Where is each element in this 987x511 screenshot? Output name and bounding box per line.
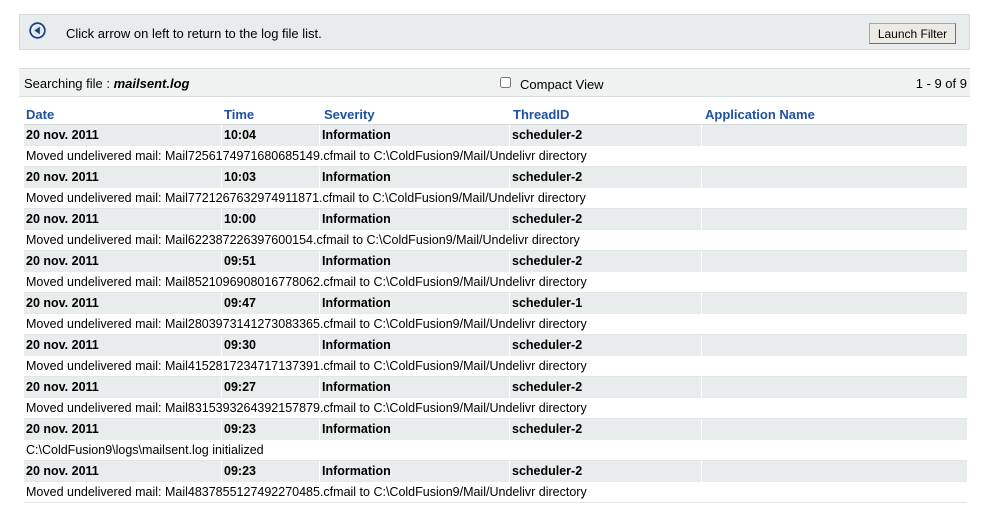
cell-threadid: scheduler-2 xyxy=(510,209,702,230)
result-count: 1 - 9 of 9 xyxy=(915,76,967,91)
cell-severity: Information xyxy=(320,167,510,188)
table-row: 20 nov. 2011 09:23 Information scheduler-2 xyxy=(24,419,967,440)
cell-threadid: scheduler-2 xyxy=(510,461,702,482)
log-message: Moved undelivered mail: Mail483785512749… xyxy=(24,482,967,503)
log-message: C:\ColdFusion9\logs\mailsent.log initial… xyxy=(24,440,967,461)
cell-date: 20 nov. 2011 xyxy=(24,293,222,314)
cell-application-name xyxy=(702,461,967,482)
cell-application-name xyxy=(702,377,967,398)
cell-severity: Information xyxy=(320,251,510,272)
cell-application-name xyxy=(702,251,967,272)
log-message: Moved undelivered mail: Mail772126763297… xyxy=(24,188,967,209)
cell-severity: Information xyxy=(320,125,510,146)
cell-threadid: scheduler-1 xyxy=(510,293,702,314)
log-message: Moved undelivered mail: Mail280397314127… xyxy=(24,314,967,335)
cell-application-name xyxy=(702,419,967,440)
compact-view-label[interactable]: Compact View xyxy=(520,77,604,92)
cell-severity: Information xyxy=(320,461,510,482)
cell-date: 20 nov. 2011 xyxy=(24,377,222,398)
log-entry: 20 nov. 2011 09:30 Information scheduler-2 M… xyxy=(24,335,967,377)
cell-severity: Information xyxy=(320,209,510,230)
cell-time: 09:23 xyxy=(222,419,320,440)
log-entry: 20 nov. 2011 09:51 Information scheduler-2 M… xyxy=(24,251,967,293)
log-entry: 20 nov. 2011 09:27 Information scheduler-2 M… xyxy=(24,377,967,419)
column-header-application-name[interactable]: Application Name xyxy=(705,107,815,122)
column-header-severity[interactable]: Severity xyxy=(324,107,375,122)
cell-date: 20 nov. 2011 xyxy=(24,335,222,356)
log-message: Moved undelivered mail: Mail725617497168… xyxy=(24,146,967,167)
cell-application-name xyxy=(702,125,967,146)
log-entry: 20 nov. 2011 09:47 Information scheduler-1 M… xyxy=(24,293,967,335)
log-toolbar: Click arrow on left to return to the log… xyxy=(19,14,970,50)
cell-severity: Information xyxy=(320,335,510,356)
column-header-threadid[interactable]: ThreadID xyxy=(513,107,569,122)
cell-threadid: scheduler-2 xyxy=(510,125,702,146)
cell-date: 20 nov. 2011 xyxy=(24,125,222,146)
searching-file-label: Searching file : mailsent.log xyxy=(24,76,190,91)
launch-filter-button[interactable]: Launch Filter xyxy=(869,23,956,44)
log-message: Moved undelivered mail: Mail415281723471… xyxy=(24,356,967,377)
table-row: 20 nov. 2011 10:00 Information scheduler-2 xyxy=(24,209,967,230)
table-row: 20 nov. 2011 10:04 Information scheduler-2 xyxy=(24,125,967,146)
cell-threadid: scheduler-2 xyxy=(510,377,702,398)
cell-severity: Information xyxy=(320,293,510,314)
searched-file-name: mailsent.log xyxy=(113,76,190,91)
cell-application-name xyxy=(702,167,967,188)
cell-time: 09:23 xyxy=(222,461,320,482)
cell-severity: Information xyxy=(320,377,510,398)
cell-time: 10:03 xyxy=(222,167,320,188)
table-row: 20 nov. 2011 09:47 Information scheduler-1 xyxy=(24,293,967,314)
column-header-time[interactable]: Time xyxy=(224,107,254,122)
log-message: Moved undelivered mail: Mail852109690801… xyxy=(24,272,967,293)
cell-date: 20 nov. 2011 xyxy=(24,419,222,440)
log-entry: 20 nov. 2011 09:23 Information scheduler-2 M… xyxy=(24,461,967,503)
log-entry: 20 nov. 2011 10:00 Information scheduler-2 M… xyxy=(24,209,967,251)
cell-application-name xyxy=(702,293,967,314)
log-table: Date Time Severity ThreadID Application … xyxy=(24,104,967,503)
log-entry: 20 nov. 2011 09:23 Information scheduler-2 C… xyxy=(24,419,967,461)
cell-time: 09:51 xyxy=(222,251,320,272)
compact-view-checkbox[interactable] xyxy=(500,77,511,88)
table-row: 20 nov. 2011 09:27 Information scheduler-2 xyxy=(24,377,967,398)
cell-application-name xyxy=(702,335,967,356)
cell-threadid: scheduler-2 xyxy=(510,419,702,440)
search-bar: Searching file : mailsent.log Compact Vi… xyxy=(19,68,970,97)
cell-time: 09:30 xyxy=(222,335,320,356)
cell-time: 10:00 xyxy=(222,209,320,230)
table-row: 20 nov. 2011 09:51 Information scheduler-2 xyxy=(24,251,967,272)
cell-date: 20 nov. 2011 xyxy=(24,167,222,188)
cell-threadid: scheduler-2 xyxy=(510,335,702,356)
column-header-date[interactable]: Date xyxy=(26,107,54,122)
cell-severity: Information xyxy=(320,419,510,440)
cell-threadid: scheduler-2 xyxy=(510,251,702,272)
cell-time: 09:47 xyxy=(222,293,320,314)
table-row: 20 nov. 2011 10:03 Information scheduler-2 xyxy=(24,167,967,188)
log-entry: 20 nov. 2011 10:04 Information scheduler-2 M… xyxy=(24,125,967,167)
back-arrow-icon[interactable] xyxy=(29,22,46,39)
log-message: Moved undelivered mail: Mail831539326439… xyxy=(24,398,967,419)
table-row: 20 nov. 2011 09:23 Information scheduler-2 xyxy=(24,461,967,482)
cell-time: 09:27 xyxy=(222,377,320,398)
table-header: Date Time Severity ThreadID Application … xyxy=(24,104,967,125)
cell-threadid: scheduler-2 xyxy=(510,167,702,188)
cell-date: 20 nov. 2011 xyxy=(24,251,222,272)
cell-time: 10:04 xyxy=(222,125,320,146)
cell-date: 20 nov. 2011 xyxy=(24,461,222,482)
return-instruction: Click arrow on left to return to the log… xyxy=(66,26,322,41)
log-entries: 20 nov. 2011 10:04 Information scheduler-2 M… xyxy=(24,125,967,503)
cell-application-name xyxy=(702,209,967,230)
log-message: Moved undelivered mail: Mail622387226397… xyxy=(24,230,967,251)
table-row: 20 nov. 2011 09:30 Information scheduler-2 xyxy=(24,335,967,356)
log-entry: 20 nov. 2011 10:03 Information scheduler-2 M… xyxy=(24,167,967,209)
cell-date: 20 nov. 2011 xyxy=(24,209,222,230)
